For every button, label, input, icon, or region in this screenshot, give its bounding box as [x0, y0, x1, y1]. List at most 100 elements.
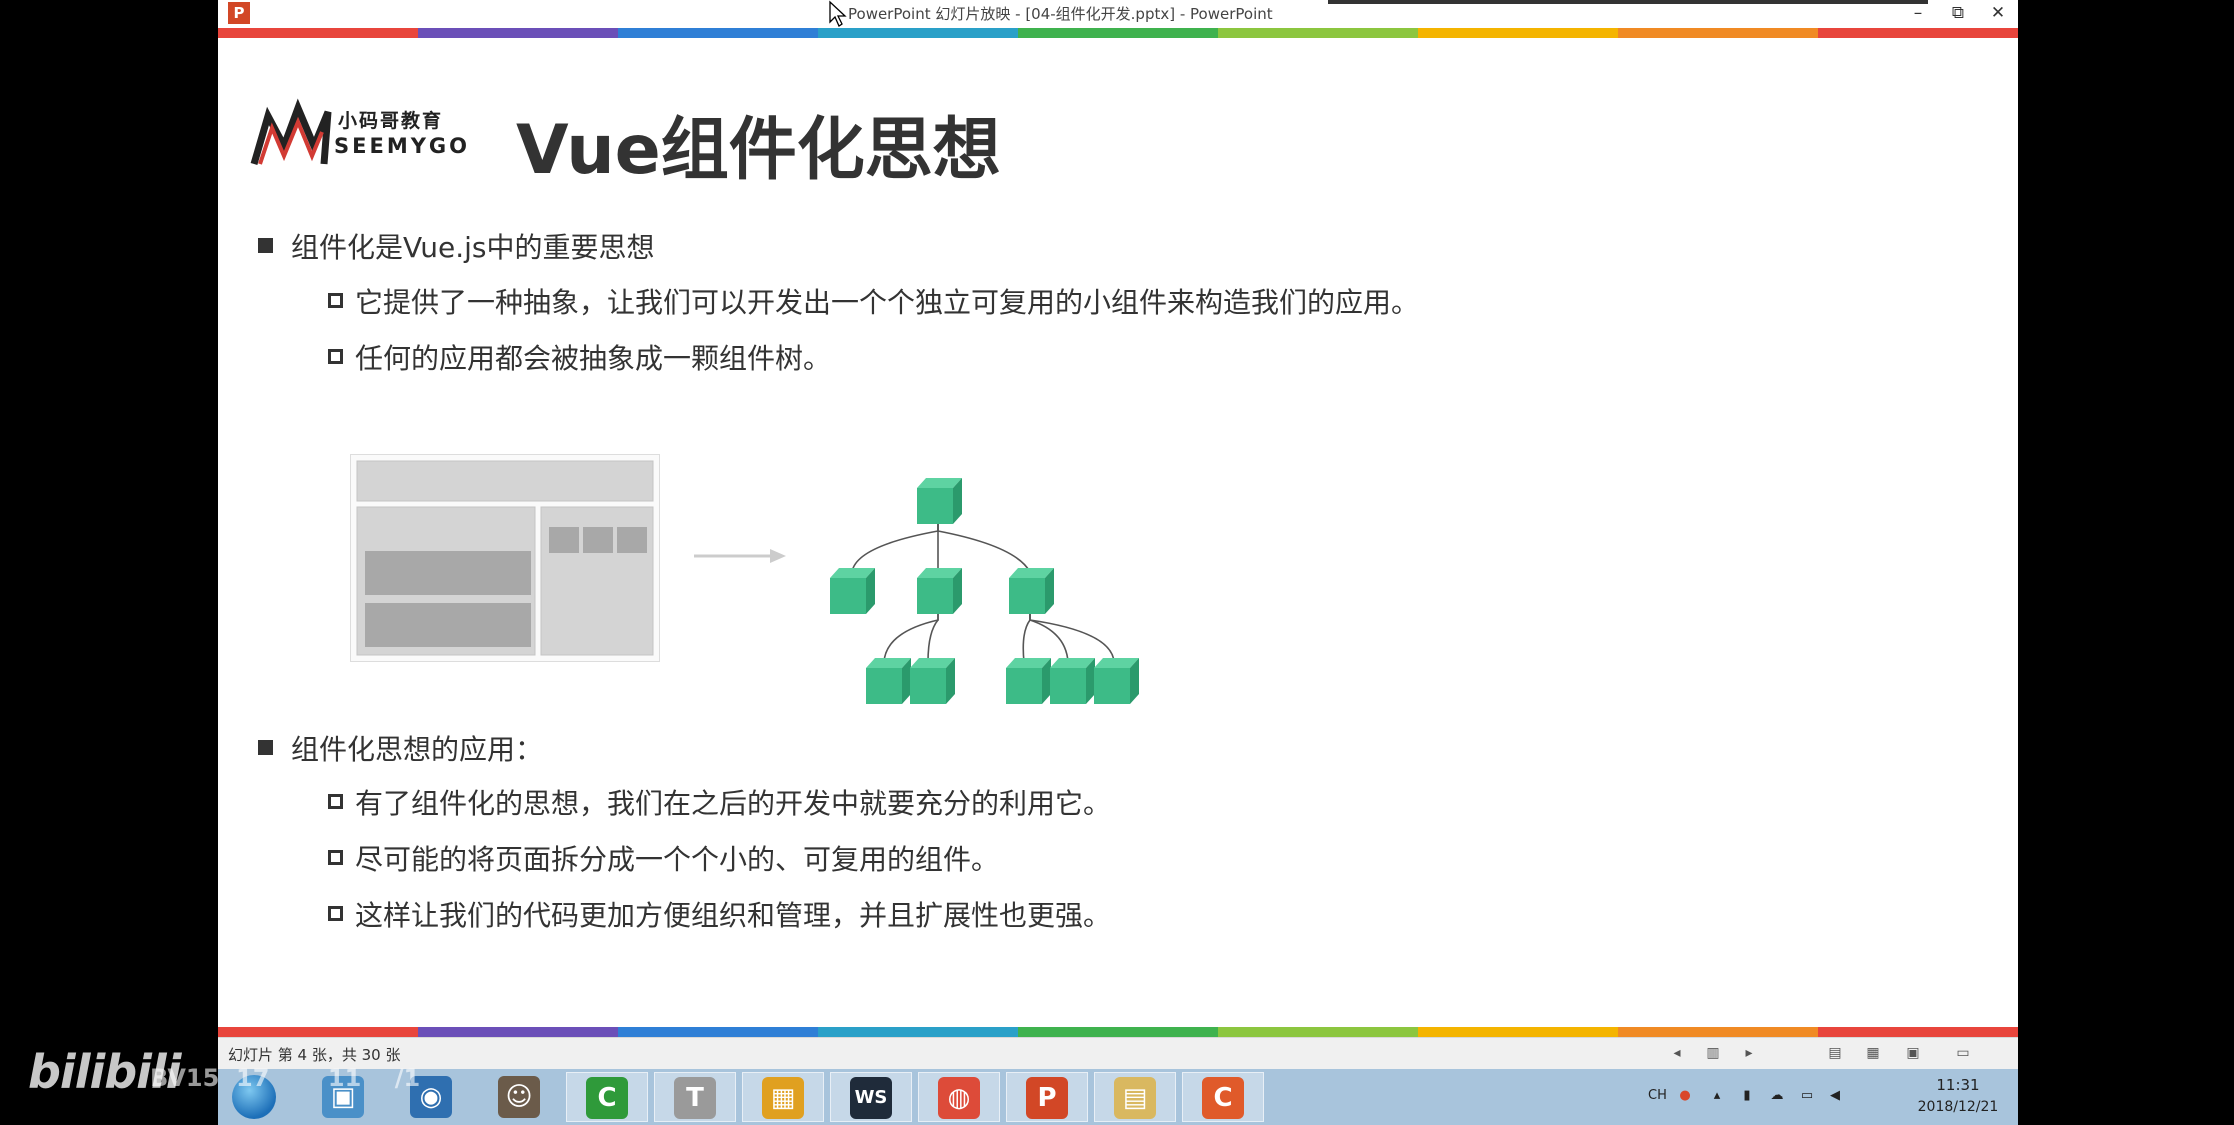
hollow-square-bullet-icon: [328, 292, 343, 308]
progress-strip: [1328, 0, 1928, 4]
video-id-watermark: BV15 17 11 /1: [150, 1064, 446, 1092]
user-app-icon: ☺: [498, 1076, 540, 1118]
sub-bullet-text: 尽可能的将页面拆分成一个个小的、可复用的组件。: [355, 843, 1000, 876]
rainbow-segment: [818, 1027, 1018, 1037]
rainbow-segment: [218, 1027, 418, 1037]
files-app-icon: ▤: [1114, 1077, 1156, 1119]
screen: P PowerPoint 幻灯片放映 - [04-组件化开发.pptx] - P…: [218, 0, 2018, 1125]
rainbow-segment: [1218, 28, 1418, 38]
webstorm-colors-app-button[interactable]: ▦: [742, 1072, 824, 1122]
restore-icon: ⧉: [1951, 3, 1965, 23]
sub-bullet-text: 任何的应用都会被抽象成一颗组件树。: [355, 342, 832, 375]
slide-sorter-icon[interactable]: ▦: [1864, 1044, 1882, 1062]
clock-time[interactable]: 11:31: [1918, 1076, 1998, 1094]
user-app-button[interactable]: ☺: [478, 1072, 560, 1122]
rainbow-segment: [418, 28, 618, 38]
window-titlebar: P PowerPoint 幻灯片放映 - [04-组件化开发.pptx] - P…: [218, 0, 2018, 28]
system-tray: CH ● ▴ ▮ ☁ ▭ ◀ 11:31 2018/12/21: [1648, 1075, 1998, 1119]
clock-date[interactable]: 2018/12/21: [1908, 1099, 2008, 1115]
sub-bullet: 有了组件化的思想，我们在之后的开发中就要充分的利用它。: [328, 782, 1111, 822]
cloud-icon[interactable]: ☁: [1768, 1087, 1786, 1105]
powerpoint-icon[interactable]: P: [228, 2, 250, 24]
powerpoint-app-icon: P: [1026, 1077, 1068, 1119]
rainbow-segment: [1218, 1027, 1418, 1037]
tree-node: [910, 658, 955, 704]
page-layout-illustration: [350, 454, 660, 662]
close-icon: ✕: [1990, 3, 2006, 23]
rainbow-segment: [218, 28, 418, 38]
tree-node: [866, 658, 911, 704]
minimize-icon: –: [1913, 3, 1923, 23]
camtasia-app-button[interactable]: C: [566, 1072, 648, 1122]
tree-node-root: [917, 478, 962, 524]
next-slide-button[interactable]: ▸: [1740, 1044, 1758, 1062]
rainbow-segment: [1418, 1027, 1618, 1037]
files-app-button[interactable]: ▤: [1094, 1072, 1176, 1122]
status-bar: 幻灯片 第 4 张，共 30 张 ◂ ▥ ▸ ▤ ▦ ▣ ▭: [218, 1037, 2018, 1070]
logo-mark-icon: [250, 98, 332, 165]
sub-bullet: 尽可能的将页面拆分成一个个小的、可复用的组件。: [328, 838, 999, 878]
restore-button[interactable]: ⧉: [1938, 0, 1978, 26]
bullet-heading-2-text: 组件化思想的应用：: [291, 733, 544, 766]
bullet-heading-2: 组件化思想的应用：: [258, 728, 543, 768]
sub-bullet: 这样让我们的代码更加方便组织和管理，并且扩展性也更强。: [328, 894, 1111, 934]
mouse-cursor-icon: [829, 0, 847, 27]
reading-view-icon[interactable]: ▣: [1904, 1044, 1922, 1062]
input-method-icon[interactable]: ●: [1676, 1087, 1694, 1105]
sub-bullet: 任何的应用都会被抽象成一颗组件树。: [328, 337, 831, 377]
usb-icon[interactable]: ▮: [1738, 1087, 1756, 1105]
ime-indicator[interactable]: CH: [1648, 1087, 1667, 1105]
slide-title: Vue组件化思想: [516, 111, 1001, 190]
chrome-app-button[interactable]: ◍: [918, 1072, 1000, 1122]
rainbow-segment: [1018, 1027, 1218, 1037]
recorder-app-icon: C: [1202, 1077, 1244, 1119]
normal-view-icon[interactable]: ▤: [1826, 1044, 1844, 1062]
rainbow-segment: [618, 1027, 818, 1037]
rainbow-segment: [1818, 1027, 2018, 1037]
tree-node: [917, 568, 962, 614]
typora-app-icon: T: [674, 1077, 716, 1119]
slideshow-view-icon[interactable]: ▭: [1954, 1044, 1972, 1062]
tree-node: [1006, 658, 1051, 704]
previous-slide-button[interactable]: ◂: [1668, 1044, 1686, 1062]
hollow-square-bullet-icon: [328, 793, 343, 809]
volume-icon[interactable]: ◀: [1826, 1087, 1844, 1105]
hollow-square-bullet-icon: [328, 348, 343, 364]
close-button[interactable]: ✕: [1978, 0, 2018, 26]
rainbow-segment: [1018, 28, 1218, 38]
rainbow-bar-top: [218, 28, 2018, 38]
slide-counter: 幻灯片 第 4 张，共 30 张: [228, 1046, 401, 1064]
slide-menu-button[interactable]: ▥: [1704, 1044, 1722, 1062]
rainbow-segment: [1618, 28, 1818, 38]
bullet-heading-1: 组件化是Vue.js中的重要思想: [258, 226, 655, 266]
rainbow-segment: [818, 28, 1018, 38]
rainbow-segment: [618, 28, 818, 38]
sub-bullet-text: 有了组件化的思想，我们在之后的开发中就要充分的利用它。: [355, 787, 1112, 820]
rainbow-segment: [1618, 1027, 1818, 1037]
slide: 小码哥教育 SEEMYGO Vue组件化思想 组件化是Vue.js中的重要思想 …: [218, 38, 2018, 1027]
rainbow-bar-bottom: [218, 1027, 2018, 1037]
network-icon[interactable]: ▭: [1798, 1087, 1816, 1105]
rainbow-segment: [1818, 28, 2018, 38]
recorder-app-button[interactable]: C: [1182, 1072, 1264, 1122]
hollow-square-bullet-icon: [328, 849, 343, 865]
webstorm-app-icon: WS: [850, 1077, 892, 1119]
sub-bullet-text: 这样让我们的代码更加方便组织和管理，并且扩展性也更强。: [355, 899, 1112, 932]
tree-node: [1094, 658, 1139, 704]
typora-app-button[interactable]: T: [654, 1072, 736, 1122]
windows-taskbar: ▣ ◉ ☺ C T ▦ WS ◍ P ▤ C CH ● ▴ ▮ ☁ ▭ ◀ 11:31 2018/1…: [218, 1069, 2018, 1125]
window-title: PowerPoint 幻灯片放映 - [04-组件化开发.pptx] - Pow…: [848, 5, 1273, 23]
arrow-right-icon: [694, 549, 786, 563]
logo-text-cn: 小码哥教育: [338, 110, 444, 132]
chevron-up-icon[interactable]: ▴: [1708, 1087, 1726, 1105]
tree-node: [1050, 658, 1095, 704]
camtasia-app-icon: C: [586, 1077, 628, 1119]
tree-node: [830, 568, 875, 614]
square-bullet-icon: [258, 739, 273, 755]
webstorm-app-button[interactable]: WS: [830, 1072, 912, 1122]
seemygo-logo: 小码哥教育 SEEMYGO: [250, 98, 480, 168]
component-tree-diagram: [830, 478, 1139, 704]
powerpoint-app-button[interactable]: P: [1006, 1072, 1088, 1122]
rainbow-segment: [418, 1027, 618, 1037]
minimize-button[interactable]: –: [1898, 0, 1938, 26]
